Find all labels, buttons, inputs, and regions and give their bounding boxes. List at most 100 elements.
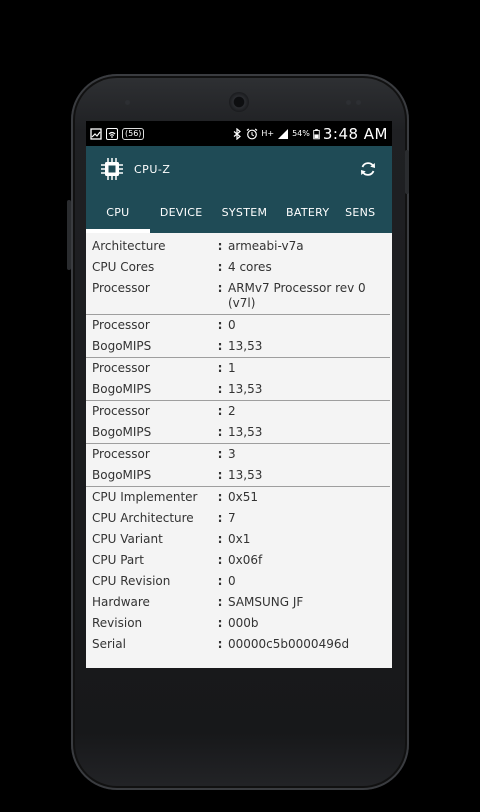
row-colon: : <box>217 637 223 651</box>
row-value: 13,53 <box>228 468 263 482</box>
clock: 3:48 AM <box>322 124 388 143</box>
list-item: Processor:2 <box>86 401 392 422</box>
list-item: CPU Variant:0x1 <box>86 529 392 550</box>
row-colon: : <box>217 447 223 461</box>
row-colon: : <box>217 553 223 567</box>
bluetooth-icon <box>233 127 242 140</box>
row-colon: : <box>217 490 223 504</box>
list-item: CPU Implementer:0x51 <box>86 487 392 508</box>
row-label: Serial <box>92 637 126 651</box>
row-label: Processor <box>92 447 150 461</box>
network-type: H+ <box>261 128 275 138</box>
row-value: 0 <box>228 318 236 332</box>
row-value: 0x1 <box>228 532 251 546</box>
row-label: CPU Implementer <box>92 490 198 504</box>
alarm-icon <box>246 128 258 139</box>
notification-badge: (56) <box>122 127 145 140</box>
row-colon: : <box>217 361 223 375</box>
row-colon: : <box>217 425 223 439</box>
power-button <box>405 150 409 194</box>
row-value: 0 <box>228 574 236 588</box>
row-value: SAMSUNG JF <box>228 595 304 609</box>
row-value: 3 <box>228 447 236 461</box>
list-item: CPU Part:0x06f <box>86 550 392 571</box>
refresh-icon[interactable] <box>358 159 378 179</box>
row-label: CPU Part <box>92 553 144 567</box>
screen: (56) H+ 54% 3:48 AM CPU-Z CPU DEVICE SYS… <box>86 121 392 668</box>
light-sensor <box>346 100 351 105</box>
volume-button <box>67 200 71 270</box>
list-item: Architecture: armeabi-v7a <box>86 236 392 257</box>
gallery-icon <box>90 127 102 140</box>
battery-percent: 54% <box>292 128 310 138</box>
row-label: CPU Variant <box>92 532 163 546</box>
list-item: Serial:00000c5b0000496d <box>86 634 392 655</box>
front-camera <box>229 92 249 112</box>
tab-device[interactable]: DEVICE <box>150 192 213 233</box>
row-label: Processor <box>92 404 150 418</box>
list-item: CPU Architecture:7 <box>86 508 392 529</box>
row-colon: : <box>217 339 223 353</box>
list-item: BogoMIPS:13,53 <box>86 422 392 443</box>
row-colon: : <box>217 511 223 525</box>
tab-cpu[interactable]: CPU <box>86 192 150 233</box>
row-colon: : <box>217 595 223 609</box>
row-label: CPU Architecture <box>92 511 194 525</box>
list-item: BogoMIPS:13,53 <box>86 336 392 357</box>
row-label: Architecture <box>92 239 166 253</box>
row-value: 4 cores <box>228 260 272 274</box>
row-colon: : <box>217 281 223 295</box>
wifi-icon <box>106 127 118 140</box>
row-colon: : <box>217 260 223 274</box>
battery-icon <box>313 128 320 139</box>
row-colon: : <box>217 616 223 630</box>
list-item: BogoMIPS:13,53 <box>86 379 392 400</box>
list-item: Hardware: SAMSUNG JF <box>86 592 392 613</box>
row-label: Processor <box>92 281 150 295</box>
row-value: ARMv7 Processor rev 0 (v7l) <box>228 281 366 310</box>
tab-sensors[interactable]: SENS <box>339 192 392 233</box>
status-bar: (56) H+ 54% 3:48 AM <box>86 121 392 146</box>
cpu-chip-icon <box>101 158 123 180</box>
light-sensor-2 <box>356 100 361 105</box>
row-label: CPU Cores <box>92 260 155 274</box>
row-colon: : <box>217 468 223 482</box>
row-colon: : <box>217 532 223 546</box>
row-value: 00000c5b0000496d <box>228 637 350 651</box>
list-item: Processor:0 <box>86 315 392 336</box>
cpu-info-list: Architecture: armeabi-v7a CPU Cores:4 cor… <box>86 233 392 655</box>
row-label: Hardware <box>92 595 150 609</box>
row-label: BogoMIPS <box>92 382 152 396</box>
row-label: CPU Revision <box>92 574 171 588</box>
row-label: Processor <box>92 318 150 332</box>
row-value: 0x06f <box>228 553 263 567</box>
list-item: Processor:1 <box>86 358 392 379</box>
row-value: 13,53 <box>228 382 263 396</box>
signal-icon <box>278 128 289 139</box>
app-title: CPU-Z <box>134 162 171 176</box>
list-item: BogoMIPS:13,53 <box>86 465 392 486</box>
row-value: 0x51 <box>228 490 259 504</box>
tab-system[interactable]: SYSTEM <box>213 192 277 233</box>
row-value: armeabi-v7a <box>228 239 304 253</box>
row-label: BogoMIPS <box>92 468 152 482</box>
list-item: CPU Cores:4 cores <box>86 257 392 278</box>
tab-battery[interactable]: BATERY <box>276 192 339 233</box>
app-bar: CPU-Z <box>86 146 392 192</box>
row-colon: : <box>217 382 223 396</box>
row-colon: : <box>217 239 223 253</box>
row-value: 13,53 <box>228 425 263 439</box>
row-value: 7 <box>228 511 236 525</box>
list-item: Processor: ARMv7 Processor rev 0 (v7l) <box>86 278 392 314</box>
tab-bar: CPU DEVICE SYSTEM BATERY SENS <box>86 192 392 233</box>
row-value: 000b <box>228 616 259 630</box>
row-value: 13,53 <box>228 339 263 353</box>
row-value: 2 <box>228 404 236 418</box>
row-label: BogoMIPS <box>92 425 152 439</box>
row-colon: : <box>217 318 223 332</box>
row-value: 1 <box>228 361 236 375</box>
list-item: Processor:3 <box>86 444 392 465</box>
proximity-sensor <box>125 100 130 105</box>
list-item: CPU Revision:0 <box>86 571 392 592</box>
row-colon: : <box>217 404 223 418</box>
